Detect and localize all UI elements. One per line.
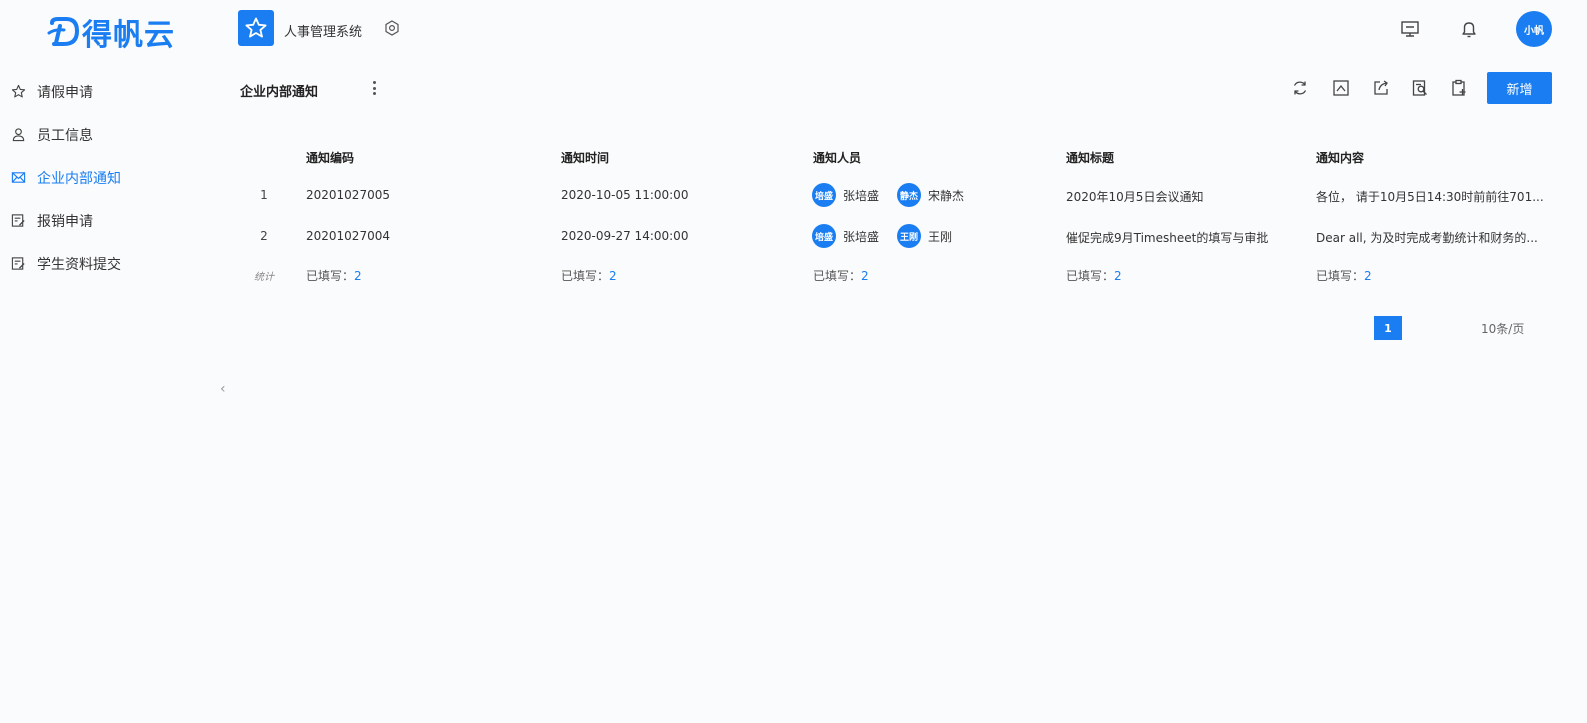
column-header-time[interactable]: 通知时间 <box>561 149 609 166</box>
column-header-code[interactable]: 通知编码 <box>306 149 354 166</box>
row-index: 2 <box>260 229 268 243</box>
cell-code: 20201027004 <box>306 229 390 243</box>
more-menu-icon[interactable] <box>367 78 381 98</box>
person-name: 张培盛 <box>843 229 880 244</box>
sidebar-item-label: 企业内部通知 <box>37 170 121 187</box>
add-button[interactable]: 新增 <box>1487 72 1552 104</box>
collapse-sidebar-icon[interactable]: ‹ <box>220 381 226 397</box>
column-header-people[interactable]: 通知人员 <box>813 149 861 166</box>
form-icon <box>10 213 26 229</box>
stat-value: 2 <box>1114 269 1122 283</box>
import-icon[interactable] <box>1332 79 1350 97</box>
person-chip[interactable]: 静杰 宋静杰 <box>897 183 964 207</box>
person-chip[interactable]: 培盛 张培盛 <box>812 224 879 248</box>
logo[interactable]: 得帆云 <box>46 10 175 54</box>
app-icon[interactable] <box>238 10 274 46</box>
person-chip[interactable]: 王刚 王刚 <box>897 224 952 248</box>
logo-text: 得帆云 <box>82 18 175 53</box>
stat-value: 2 <box>354 269 362 283</box>
column-header-title[interactable]: 通知标题 <box>1066 149 1114 166</box>
stat-value: 2 <box>1364 269 1372 283</box>
person-name: 宋静杰 <box>928 188 965 203</box>
person-name: 张培盛 <box>843 188 880 203</box>
page-size-select[interactable]: 10条/页 <box>1481 320 1524 337</box>
clipboard-icon[interactable] <box>1450 79 1468 97</box>
avatar: 培盛 <box>812 183 836 207</box>
cell-content: 各位， 请于10月5日14:30时前前往701... <box>1316 190 1544 204</box>
user-avatar[interactable]: 小帆 <box>1516 11 1552 47</box>
cell-content: Dear all, 为及时完成考勤统计和财务的... <box>1316 231 1538 245</box>
cell-people: 培盛 张培盛 王刚 王刚 <box>812 223 970 249</box>
cell-title: 催促完成9月Timesheet的填写与审批 <box>1066 231 1269 245</box>
sidebar-item-student-submission[interactable]: 学生资料提交 <box>0 242 210 285</box>
column-header-content[interactable]: 通知内容 <box>1316 149 1364 166</box>
stat-prefix: 已填写： <box>561 269 610 283</box>
stat-cell: 已填写：2 <box>561 267 617 284</box>
cell-people: 培盛 张培盛 静杰 宋静杰 <box>812 182 982 208</box>
stats-label: 统计 <box>254 272 274 283</box>
sidebar-item-reimbursement[interactable]: 报销申请 <box>0 199 210 242</box>
sidebar: 请假申请 员工信息 企业内部通知 报销申请 学生资料提交 <box>0 70 210 285</box>
stat-cell: 已填写：2 <box>1316 267 1372 284</box>
star-icon <box>10 84 26 100</box>
stat-cell: 已填写：2 <box>306 267 362 284</box>
mail-icon <box>10 170 26 186</box>
cell-time: 2020-09-27 14:00:00 <box>561 229 689 243</box>
stat-prefix: 已填写： <box>1316 269 1365 283</box>
sidebar-item-employee-info[interactable]: 员工信息 <box>0 113 210 156</box>
form-icon <box>10 256 26 272</box>
avatar: 王刚 <box>897 224 922 248</box>
avatar: 静杰 <box>897 183 922 207</box>
monitor-icon[interactable] <box>1400 19 1420 39</box>
sidebar-item-internal-notice[interactable]: 企业内部通知 <box>0 156 210 199</box>
refresh-icon[interactable] <box>1291 79 1309 97</box>
sidebar-item-label: 请假申请 <box>37 84 93 101</box>
cell-time: 2020-10-05 11:00:00 <box>561 188 689 202</box>
stat-prefix: 已填写： <box>813 269 862 283</box>
sidebar-item-leave-request[interactable]: 请假申请 <box>0 70 210 113</box>
cell-code: 20201027005 <box>306 188 390 202</box>
logo-icon <box>47 17 80 46</box>
bell-icon[interactable] <box>1459 19 1479 39</box>
export-icon[interactable] <box>1372 79 1390 97</box>
settings-icon[interactable] <box>384 20 400 36</box>
star-icon <box>245 17 267 38</box>
avatar: 培盛 <box>812 224 836 248</box>
top-bar: 得帆云 人事管理系统 小帆 <box>0 0 1587 60</box>
search-doc-icon[interactable] <box>1411 79 1429 97</box>
page-title: 企业内部通知 <box>240 85 319 100</box>
stat-prefix: 已填写： <box>1066 269 1115 283</box>
pagination-current-page[interactable]: 1 <box>1374 316 1402 340</box>
app-name[interactable]: 人事管理系统 <box>284 21 362 40</box>
sidebar-item-label: 员工信息 <box>37 127 93 144</box>
cell-title: 2020年10月5日会议通知 <box>1066 190 1204 204</box>
row-index: 1 <box>260 188 268 202</box>
sidebar-item-label: 学生资料提交 <box>37 256 121 273</box>
person-chip[interactable]: 培盛 张培盛 <box>812 183 879 207</box>
stat-cell: 已填写：2 <box>813 267 869 284</box>
stat-value: 2 <box>861 269 869 283</box>
sidebar-item-label: 报销申请 <box>37 213 93 230</box>
stat-prefix: 已填写： <box>306 269 355 283</box>
stat-value: 2 <box>609 269 617 283</box>
user-icon <box>10 127 26 143</box>
person-name: 王刚 <box>928 229 953 244</box>
stat-cell: 已填写：2 <box>1066 267 1122 284</box>
